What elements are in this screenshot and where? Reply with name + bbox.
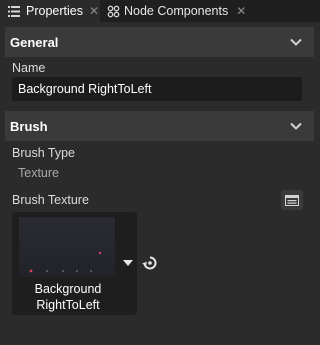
dropdown-arrow-icon[interactable] <box>123 259 133 267</box>
tab-bar: Properties ✕ Node Components ✕ <box>0 0 320 22</box>
texture-caption: Background RightToLeft <box>12 281 124 313</box>
chevron-down-icon <box>290 38 302 46</box>
name-field[interactable]: Background RightToLeft <box>12 77 302 101</box>
tab-properties-label: Properties <box>26 4 83 18</box>
tab-node-components-label: Node Components <box>124 4 229 18</box>
properties-list-icon <box>6 3 22 19</box>
close-icon[interactable]: ✕ <box>89 4 99 18</box>
texture-caption-line2: RightToLeft <box>36 298 100 312</box>
browse-icon <box>285 194 299 206</box>
texture-preview-image <box>19 217 115 277</box>
name-label: Name <box>12 61 46 75</box>
brush-type-label: Brush Type <box>12 146 76 160</box>
section-header-general[interactable]: General <box>5 27 314 57</box>
close-icon[interactable]: ✕ <box>236 4 246 18</box>
tab-properties[interactable]: Properties ✕ <box>0 0 100 22</box>
chevron-down-icon <box>290 122 302 130</box>
texture-caption-line1: Background <box>34 282 102 296</box>
brush-texture-label: Brush Texture <box>12 193 89 207</box>
brush-type-value: Texture <box>18 166 59 180</box>
node-components-icon <box>105 3 121 19</box>
section-title-brush: Brush <box>10 118 48 134</box>
section-title-general: General <box>10 34 59 50</box>
browse-texture-button[interactable] <box>281 190 303 210</box>
name-field-value: Background RightToLeft <box>18 82 152 96</box>
reset-icon[interactable] <box>142 255 158 271</box>
section-header-brush[interactable]: Brush <box>5 111 314 141</box>
tab-node-components[interactable]: Node Components ✕ <box>101 0 247 22</box>
